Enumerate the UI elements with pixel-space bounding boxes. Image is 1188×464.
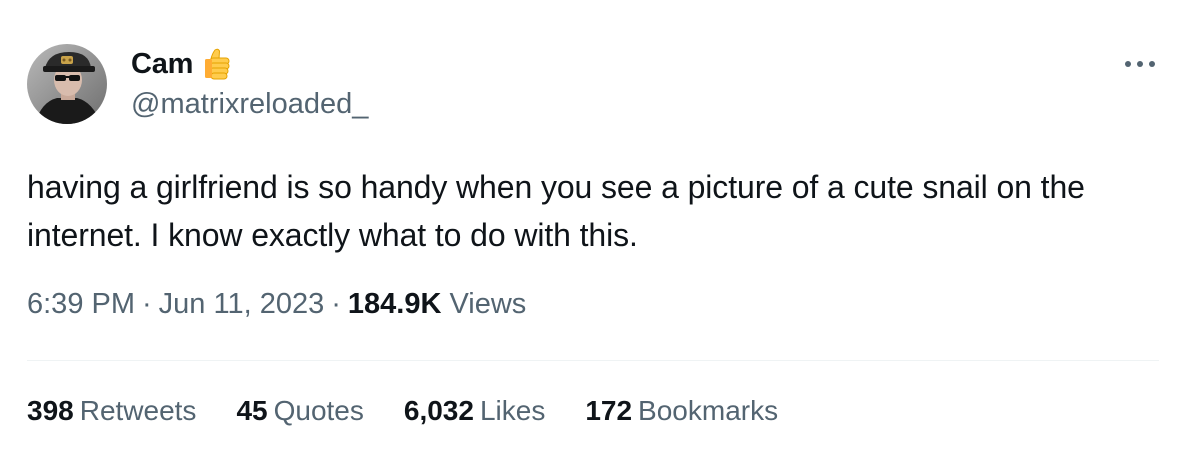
tweet-text: having a girlfriend is so handy when you… (27, 169, 1085, 253)
views-label: Views (449, 288, 527, 320)
retweets-label: Retweets (79, 395, 197, 426)
likes-stat[interactable]: 6,032 Likes (404, 395, 545, 427)
divider (27, 360, 1159, 361)
more-options-button[interactable] (1118, 50, 1162, 78)
thumbs-up-icon (201, 46, 237, 82)
quotes-stat[interactable]: 45 Quotes (236, 395, 363, 427)
tweet-meta: 6:39 PM · Jun 11, 2023 · 184.9K Views (27, 288, 526, 321)
bookmarks-label: Bookmarks (638, 395, 779, 426)
more-dots-icon (1125, 61, 1155, 67)
retweets-stat[interactable]: 398 Retweets (27, 395, 196, 427)
likes-count: 6,032 (403, 395, 474, 426)
views-count: 184.9K (347, 288, 442, 320)
bookmarks-count: 172 (585, 395, 633, 426)
meta-separator: · (142, 288, 152, 320)
quotes-count: 45 (236, 395, 268, 426)
author-handle[interactable]: @matrixreloaded_ (131, 88, 368, 121)
meta-separator: · (331, 288, 341, 320)
likes-label: Likes (479, 395, 546, 426)
quotes-label: Quotes (273, 395, 364, 426)
tweet-date[interactable]: Jun 11, 2023 (159, 288, 325, 320)
engagement-stats: 398 Retweets 45 Quotes 6,032 Likes 172 Bookm… (27, 395, 818, 427)
avatar[interactable] (27, 44, 107, 124)
tweet-card: Cam @matrixreloaded_ having a girlfriend… (0, 0, 1188, 464)
retweets-count: 398 (27, 395, 74, 426)
display-name[interactable]: Cam (131, 48, 193, 81)
bookmarks-stat[interactable]: 172 Bookmarks (585, 395, 778, 427)
author-name-row[interactable]: Cam (131, 46, 237, 82)
tweet-time[interactable]: 6:39 PM (27, 288, 135, 320)
